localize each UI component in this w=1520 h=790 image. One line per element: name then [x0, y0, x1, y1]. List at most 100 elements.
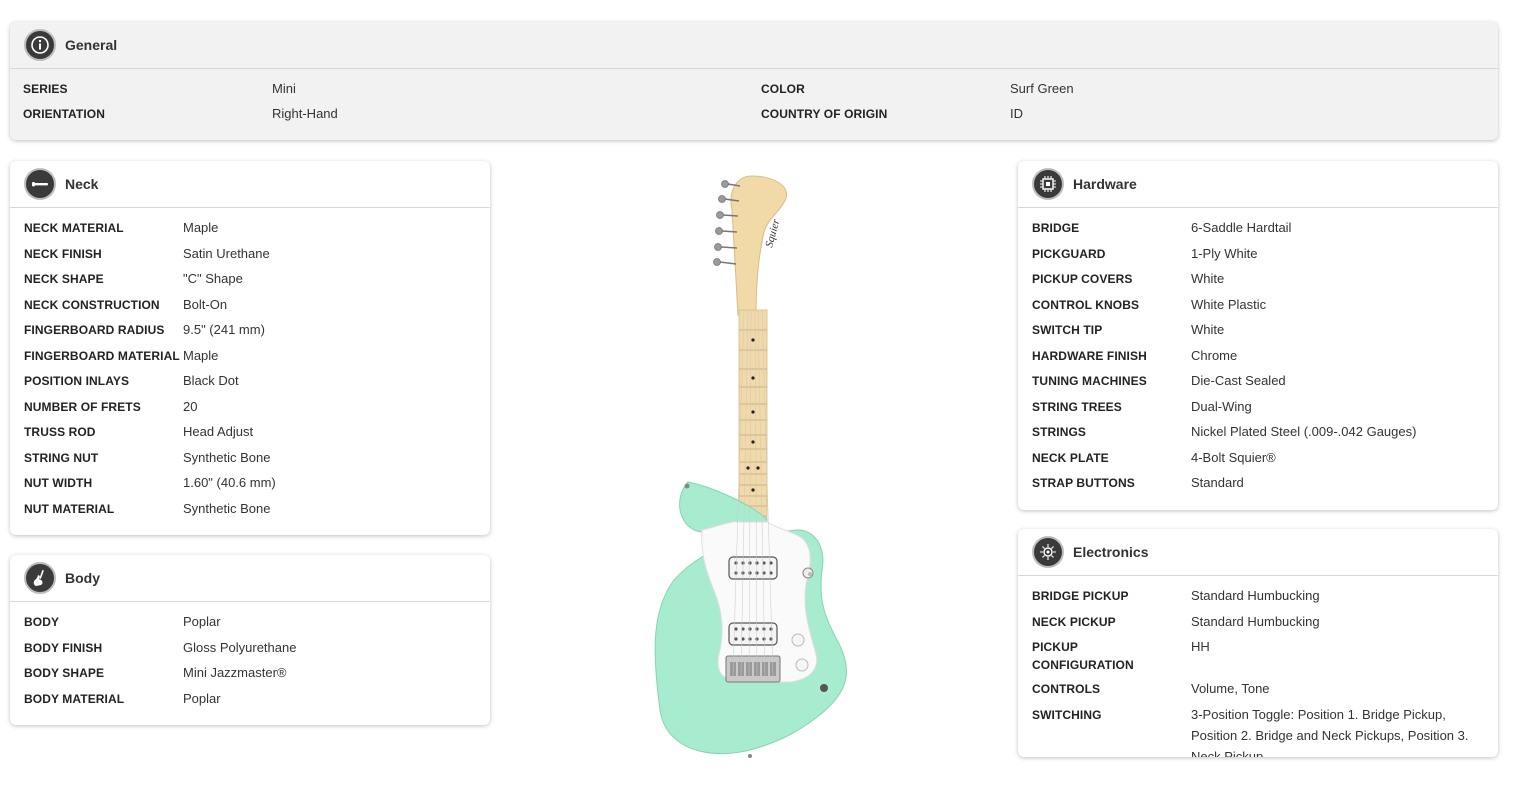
spec-row: PICKGUARD 1-Ply White — [1032, 245, 1484, 271]
neck-title: Neck — [65, 176, 99, 192]
spec-label: NUT MATERIAL — [24, 501, 115, 516]
spec-value: Satin Urethane — [183, 245, 270, 261]
spec-label: SWITCH TIP — [1032, 323, 1103, 337]
hardware-spec-list: BRIDGE 6-Saddle Hardtail PICKGUARD 1-Ply W… — [1018, 208, 1498, 500]
spec-label: BODY — [24, 615, 60, 629]
hardware-title: Hardware — [1073, 176, 1137, 192]
spec-row: BODY MATERIAL Poplar — [24, 690, 476, 716]
spec-label: BRIDGE — [1032, 221, 1080, 235]
chip-icon — [1032, 168, 1064, 200]
spec-label: NECK SHAPE — [24, 272, 104, 286]
spec-value: Nickel Plated Steel (.009-.042 Gauges) — [1191, 424, 1417, 439]
spec-value: Head Adjust — [183, 424, 254, 439]
guitar-body-icon — [24, 562, 56, 594]
spec-label: FINGERBOARD RADIUS — [24, 323, 165, 337]
spec-row: BRIDGE 6-Saddle Hardtail — [1032, 219, 1484, 245]
spec-value: White — [1191, 271, 1225, 286]
spec-value: Dual-Wing — [1191, 398, 1252, 414]
spec-row: PICKUP COVERS White — [1032, 270, 1484, 296]
spec-label: NECK PLATE — [1032, 450, 1109, 465]
electronics-title: Electronics — [1073, 544, 1149, 560]
spec-value: 9.5" (241 mm) — [183, 322, 265, 337]
spec-label: BODY FINISH — [24, 640, 103, 655]
spec-value: Synthetic Bone — [183, 500, 271, 516]
spec-row: SWITCH TIP White — [1032, 321, 1484, 347]
spec-label: TUNING MACHINES — [1032, 374, 1147, 388]
spec-value: 6-Saddle Hardtail — [1191, 220, 1292, 235]
spec-value: Poplar — [183, 614, 221, 629]
spec-row: NECK PICKUP Standard Humbucking — [1032, 613, 1484, 639]
spec-label: COLOR — [761, 82, 805, 96]
spec-label: STRAP BUTTONS — [1032, 476, 1135, 490]
spec-label: BODY MATERIAL — [24, 691, 125, 706]
spec-label: BRIDGE PICKUP — [1032, 589, 1129, 603]
spec-row: NUT WIDTH 1.60" (40.6 mm) — [24, 474, 476, 500]
spec-label: ORIENTATION — [23, 107, 105, 121]
body-card-header: Body — [10, 555, 490, 602]
spec-label: PICKUP COVERS — [1032, 272, 1133, 286]
spec-label: NECK MATERIAL — [24, 221, 124, 235]
spec-row: BODY SHAPE Mini Jazzmaster® — [24, 664, 476, 690]
spec-label: NUMBER OF FRETS — [24, 399, 141, 414]
spec-value: Chrome — [1191, 347, 1238, 363]
spec-value: Standard Humbucking — [1191, 613, 1320, 629]
spec-value: Die-Cast Sealed — [1191, 373, 1286, 388]
spec-value: Maple — [183, 347, 219, 363]
hardware-card: Hardware BRIDGE 6-Saddle Hardtail PICKGUA… — [1018, 161, 1498, 510]
spec-label: STRING NUT — [24, 450, 99, 465]
spec-row: NECK CONSTRUCTION Bolt-On — [24, 296, 476, 322]
spec-label: SERIES — [23, 82, 68, 96]
spec-value: Volume, Tone — [1191, 681, 1270, 696]
spec-value: 1-Ply White — [1191, 245, 1258, 261]
spec-label: PICKUP CONFIGURATION — [1032, 640, 1134, 672]
spec-row: CONTROLS Volume, Tone — [1032, 680, 1484, 706]
general-title: General — [65, 37, 118, 53]
neck-card: Neck NECK MATERIAL Maple NECK FINISH Satin… — [10, 161, 490, 535]
electronics-card-header: Electronics — [1018, 529, 1498, 576]
spec-row: BODY Poplar — [24, 613, 476, 639]
spec-label: NUT WIDTH — [24, 476, 93, 490]
general-card: General SERIES Mini COLOR Surf Green ORI… — [10, 22, 1498, 140]
spec-value: Bolt-On — [183, 296, 228, 312]
spec-row: SWITCHING 3-Position Toggle: Position 1. … — [1032, 706, 1484, 758]
spec-value: "C" Shape — [183, 271, 243, 286]
spec-value: Right-Hand — [272, 106, 338, 121]
spec-row: NUT MATERIAL Synthetic Bone — [24, 500, 476, 526]
spec-row: TRUSS ROD Head Adjust — [24, 423, 476, 449]
spec-row: STRING TREES Dual-Wing — [1032, 398, 1484, 424]
electronics-spec-list: BRIDGE PICKUP Standard Humbucking NECK PI… — [1018, 576, 1498, 757]
spec-row: FINGERBOARD MATERIAL Maple — [24, 347, 476, 373]
neck-icon — [24, 168, 56, 200]
spec-label: STRINGS — [1032, 425, 1087, 439]
info-icon — [24, 29, 56, 61]
spec-value: 3-Position Toggle: Position 1. Bridge Pi… — [1191, 706, 1469, 758]
spec-value: 1.60" (40.6 mm) — [183, 475, 276, 490]
spec-row: CONTROL KNOBS White Plastic — [1032, 296, 1484, 322]
spec-label: BODY SHAPE — [24, 666, 105, 680]
spec-value: Surf Green — [1010, 81, 1074, 96]
spec-row: TUNING MACHINES Die-Cast Sealed — [1032, 372, 1484, 398]
body-card: Body BODY Poplar BODY FINISH Gloss Polyure… — [10, 555, 490, 725]
spec-row: BODY FINISH Gloss Polyurethane — [24, 639, 476, 665]
body-spec-list: BODY Poplar BODY FINISH Gloss Polyurethane… — [10, 602, 490, 715]
general-card-header: General — [10, 22, 1498, 69]
spec-row: STRINGS Nickel Plated Steel (.009-.042 Ga… — [1032, 423, 1484, 449]
hardware-card-header: Hardware — [1018, 161, 1498, 208]
spec-value: Synthetic Bone — [183, 449, 271, 465]
spec-value: White — [1191, 322, 1225, 337]
spec-row: STRING NUT Synthetic Bone — [24, 449, 476, 475]
spec-value: ID — [1010, 106, 1023, 121]
electronics-icon — [1032, 536, 1064, 568]
spec-value: Standard — [1191, 475, 1244, 490]
spec-label: SWITCHING — [1032, 707, 1102, 722]
spec-row: POSITION INLAYS Black Dot — [24, 372, 476, 398]
spec-value: Mini Jazzmaster® — [183, 665, 287, 680]
spec-value: Poplar — [183, 690, 221, 706]
spec-value: 20 — [183, 398, 198, 414]
spec-label: CONTROLS — [1032, 682, 1101, 696]
electronics-card: Electronics BRIDGE PICKUP Standard Humbuc… — [1018, 529, 1498, 757]
spec-label: STRING TREES — [1032, 399, 1122, 414]
spec-label: CONTROL KNOBS — [1032, 297, 1140, 312]
spec-row: NECK PLATE 4-Bolt Squier® — [1032, 449, 1484, 475]
spec-value: Maple — [183, 220, 219, 235]
